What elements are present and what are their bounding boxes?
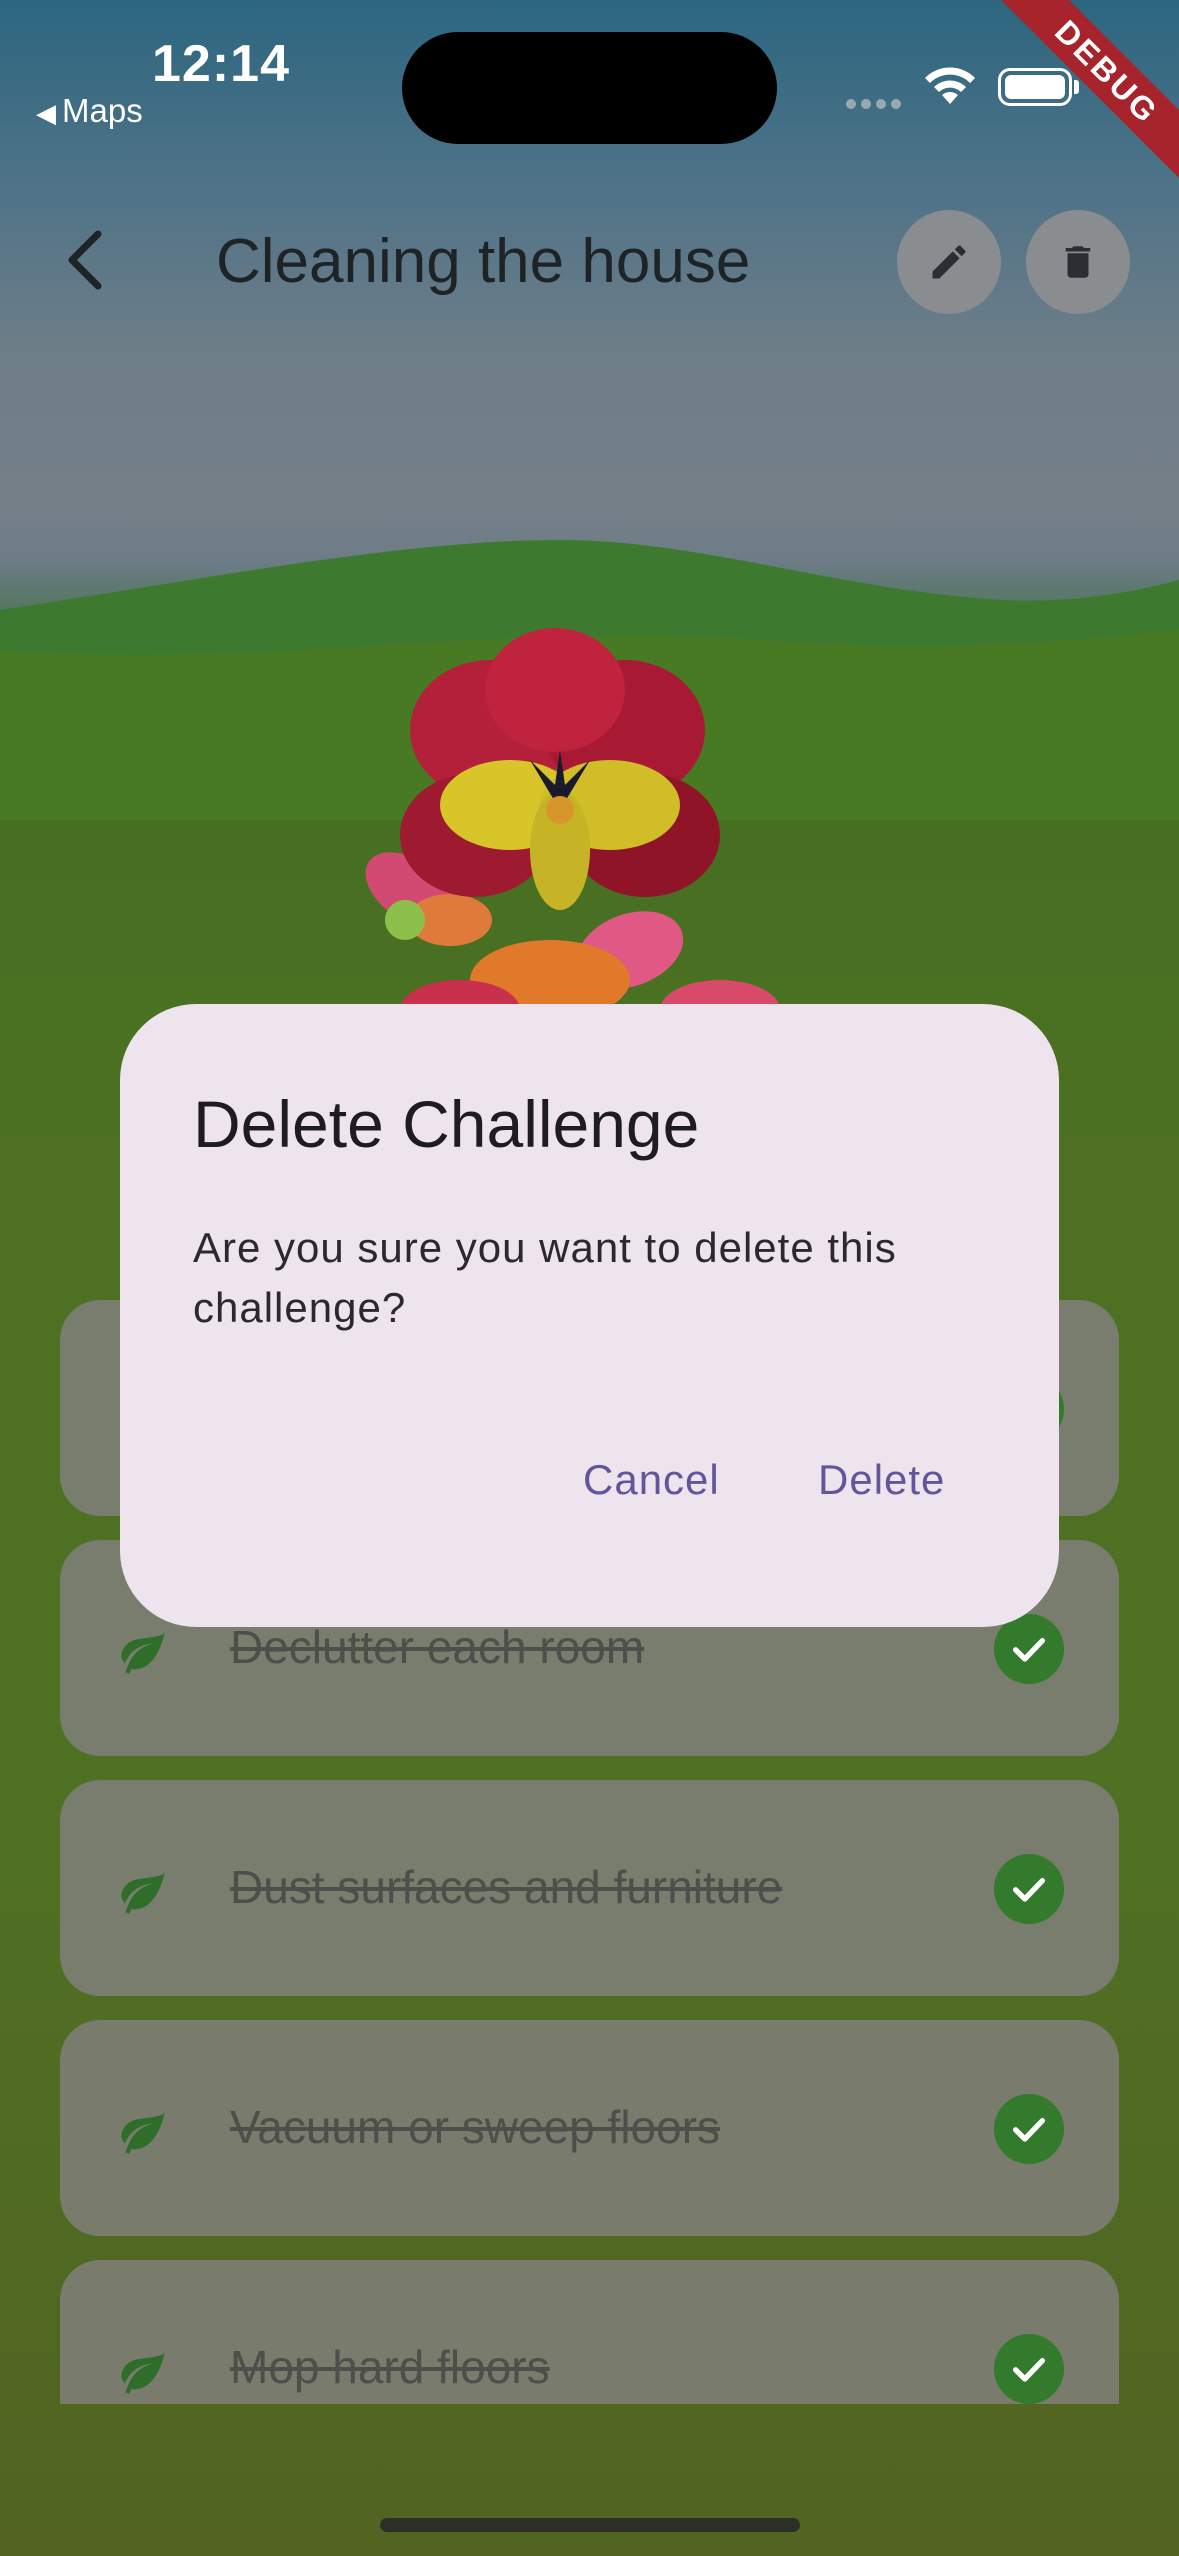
checkmark-icon (1013, 1878, 1045, 1902)
leaf-icon (121, 1872, 165, 1914)
back-triangle-icon: ◀ (36, 98, 56, 128)
checkmark-icon (1013, 1638, 1045, 1662)
checkmark-icon (1013, 2358, 1045, 2382)
task-label: Mop hard floors (230, 2341, 550, 2393)
confirm-delete-button[interactable]: Delete (818, 1456, 945, 1504)
dialog-title: Delete Challenge (193, 1087, 700, 1161)
check-icon[interactable] (994, 1854, 1064, 1924)
delete-challenge-dialog: Delete Challenge Are you sure you want t… (120, 1004, 1059, 1627)
home-indicator[interactable] (380, 2518, 800, 2532)
leaf-icon (121, 2112, 165, 2154)
check-icon[interactable] (994, 1614, 1064, 1684)
list-item[interactable]: Vacuum or sweep floors (60, 2020, 1119, 2236)
app-screen: 12:14 ◀ Maps DEBUG Cleaning the house De… (0, 0, 1179, 2556)
list-item[interactable]: Mop hard floors (60, 2260, 1119, 2404)
checkmark-icon (1013, 2118, 1045, 2142)
task-label: Dust surfaces and furniture (230, 1861, 783, 1913)
check-icon[interactable] (994, 2334, 1064, 2404)
cancel-button[interactable]: Cancel (583, 1456, 720, 1504)
check-icon[interactable] (994, 2094, 1064, 2164)
leaf-icon (121, 2352, 165, 2394)
dialog-message: Are you sure you want to delete this cha… (193, 1224, 897, 1331)
list-item[interactable]: Dust surfaces and furniture (60, 1780, 1119, 1996)
task-label: Declutter each room (230, 1621, 645, 1673)
task-label: Vacuum or sweep floors (230, 2101, 721, 2153)
leaf-icon (121, 1632, 165, 1674)
